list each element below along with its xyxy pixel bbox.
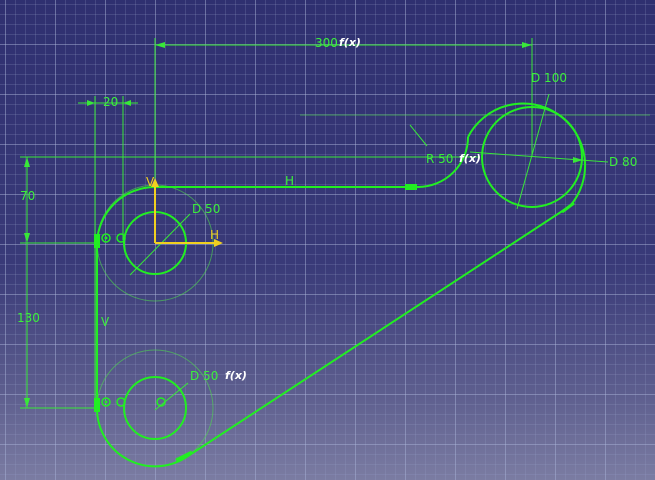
v-axis-label: V [146,175,155,189]
profile-diagonal-line[interactable] [184,205,571,459]
tangency-marker-top [405,184,417,190]
dimension-20-label[interactable]: 20 [103,95,118,109]
sketch-canvas[interactable]: 300 f(x) 20 70 130 D 50 D 50 f(x) D 100 … [0,0,655,480]
leader-r50 [409,124,428,147]
dimension-d80-label[interactable]: D 80 [609,155,637,169]
dimension-arrow-20-left [87,100,95,106]
dimension-130-label[interactable]: 130 [17,311,40,325]
profile-arc-top-right[interactable] [467,102,587,207]
sketcher-viewport[interactable]: 300 f(x) 20 70 130 D 50 D 50 f(x) D 100 … [0,0,655,480]
dimension-70-label[interactable]: 70 [20,189,35,203]
dimension-arrow-left [155,42,165,48]
leader-d50-origin [129,213,191,276]
vertical-constraint-label: V [101,315,110,329]
dimension-r50-label[interactable]: R 50 [426,152,453,166]
concentric-icon-bottom [101,397,166,407]
dimension-300-label[interactable]: 300 [315,36,338,50]
formula-icon-r50: f(x) [459,152,481,165]
dimension-arrow-right [522,42,532,48]
dimension-d50-bottom-label[interactable]: D 50 [190,369,218,383]
formula-icon: f(x) [339,36,361,49]
leader-d80 [469,151,609,163]
leader-d100 [516,93,550,210]
formula-icon-d50: f(x) [225,369,247,382]
dimension-arrow-130-bottom [24,398,30,408]
horizontal-constraint-label: H [285,174,294,188]
tangency-marker-left [94,234,100,248]
dimension-d50-origin-label[interactable]: D 50 [192,202,220,216]
dimension-arrow-70-top [24,157,30,167]
dimension-d100-label[interactable]: D 100 [531,71,567,85]
h-axis-label: H [210,228,219,242]
dimension-arrow-70-bottom [24,233,30,243]
dimension-arrow-20-right [123,100,131,106]
profile-arc-bottom[interactable] [95,407,186,468]
profile-top-line-and-fillet[interactable] [155,136,469,188]
concentric-icon-top [101,233,126,243]
circle-d50-bottom[interactable] [123,376,187,440]
tangency-marker-right [561,201,575,214]
tangency-marker-bottom-left [94,398,100,412]
